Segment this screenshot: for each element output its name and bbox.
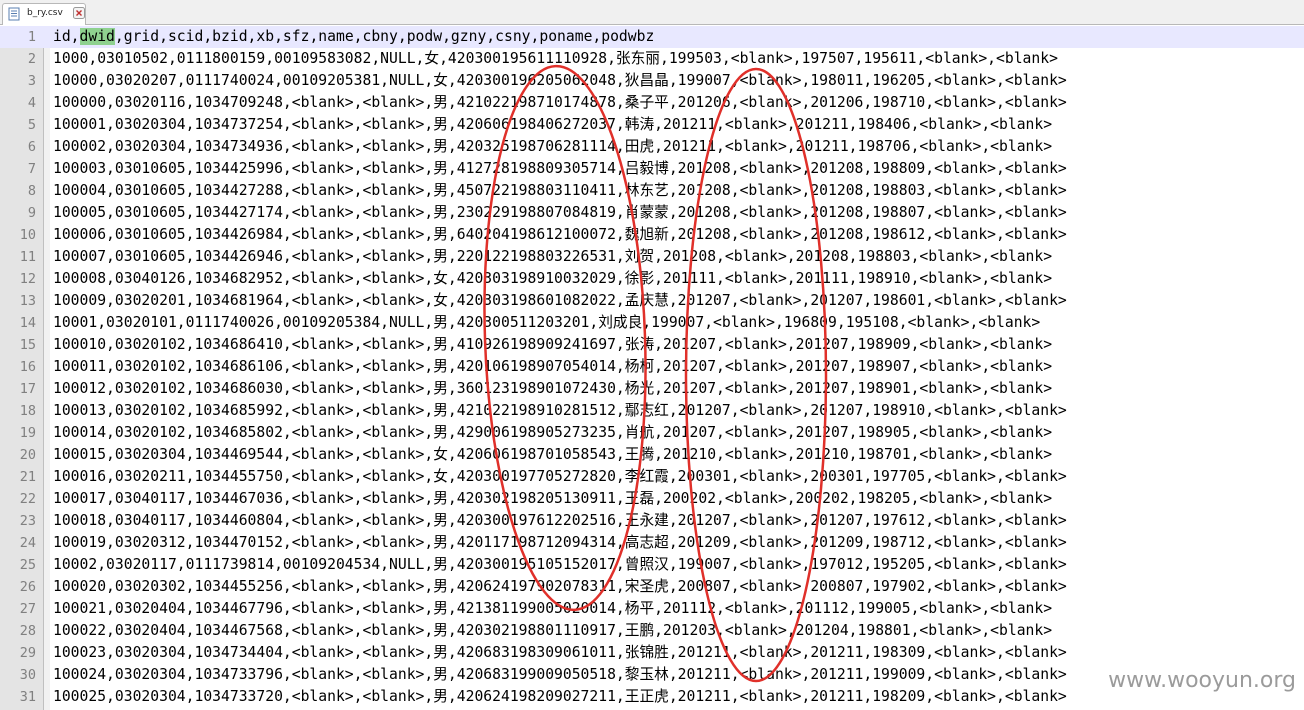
- line-number: 16: [19, 359, 36, 375]
- line-text[interactable]: 100015,03020304,1034469544,<blank>,<blan…: [53, 444, 1052, 466]
- editor-line[interactable]: 12 100008,03040126,1034682952,<blank>,<bl…: [0, 268, 1304, 290]
- line-number: 24: [19, 535, 36, 551]
- line-number: 5: [27, 117, 36, 133]
- line-text[interactable]: 100016,03020211,1034455750,<blank>,<blan…: [53, 466, 1067, 488]
- editor-line[interactable]: 26 100020,03020302,1034455256,<blank>,<bl…: [0, 576, 1304, 598]
- line-text[interactable]: 100017,03040117,1034467036,<blank>,<blan…: [53, 488, 1052, 510]
- editor-line[interactable]: 20 100015,03020304,1034469544,<blank>,<bl…: [0, 444, 1304, 466]
- editor-line[interactable]: 11 100007,03010605,1034426946,<blank>,<bl…: [0, 246, 1304, 268]
- editor-line[interactable]: 24 100019,03020312,1034470152,<blank>,<bl…: [0, 532, 1304, 554]
- line-text[interactable]: id,dwid,grid,scid,bzid,xb,sfz,name,cbny,…: [53, 26, 654, 48]
- editor-line[interactable]: 3 10000,03020207,0111740024,00109205381,N…: [0, 70, 1304, 92]
- editor-line[interactable]: 4 100000,03020116,1034709248,<blank>,<bla…: [0, 92, 1304, 114]
- file-tab[interactable]: b_ry.csv: [2, 3, 86, 25]
- line-text[interactable]: 10000,03020207,0111740024,00109205381,NU…: [53, 70, 1067, 92]
- line-number: 30: [19, 667, 36, 683]
- line-number: 20: [19, 447, 36, 463]
- line-text[interactable]: 100025,03020304,1034733720,<blank>,<blan…: [53, 686, 1067, 708]
- tab-bar: b_ry.csv: [0, 0, 1304, 25]
- editor-line[interactable]: 5 100001,03020304,1034737254,<blank>,<bla…: [0, 114, 1304, 136]
- editor-line[interactable]: 1 id,dwid,grid,scid,bzid,xb,sfz,name,cbny…: [0, 26, 1304, 48]
- text-editor[interactable]: 1 id,dwid,grid,scid,bzid,xb,sfz,name,cbny…: [0, 26, 1304, 710]
- tab-title: b_ry.csv: [27, 8, 63, 18]
- line-number: 4: [27, 95, 36, 111]
- line-text[interactable]: 100004,03010605,1034427288,<blank>,<blan…: [53, 180, 1067, 202]
- line-text[interactable]: 100007,03010605,1034426946,<blank>,<blan…: [53, 246, 1052, 268]
- line-text[interactable]: 100021,03020404,1034467796,<blank>,<blan…: [53, 598, 1052, 620]
- line-text[interactable]: 100013,03020102,1034685992,<blank>,<blan…: [53, 400, 1067, 422]
- editor-line[interactable]: 17 100012,03020102,1034686030,<blank>,<bl…: [0, 378, 1304, 400]
- line-number: 10: [19, 227, 36, 243]
- line-number: 8: [27, 183, 36, 199]
- editor-line[interactable]: 19 100014,03020102,1034685802,<blank>,<bl…: [0, 422, 1304, 444]
- line-number: 26: [19, 579, 36, 595]
- editor-line[interactable]: 18 100013,03020102,1034685992,<blank>,<bl…: [0, 400, 1304, 422]
- line-text[interactable]: 100010,03020102,1034686410,<blank>,<blan…: [53, 334, 1052, 356]
- highlighted-word: dwid: [79, 28, 115, 45]
- line-text[interactable]: 100006,03010605,1034426984,<blank>,<blan…: [53, 224, 1067, 246]
- line-number: 11: [19, 249, 36, 265]
- line-number: 9: [27, 205, 36, 221]
- editor-line[interactable]: 7 100003,03010605,1034425996,<blank>,<bla…: [0, 158, 1304, 180]
- line-text[interactable]: 100002,03020304,1034734936,<blank>,<blan…: [53, 136, 1052, 158]
- editor-line[interactable]: 2 1000,03010502,0111800159,00109583082,NU…: [0, 48, 1304, 70]
- editor-line[interactable]: 23 100018,03040117,1034460804,<blank>,<bl…: [0, 510, 1304, 532]
- line-text[interactable]: 100020,03020302,1034455256,<blank>,<blan…: [53, 576, 1067, 598]
- line-number: 15: [19, 337, 36, 353]
- line-number: 2: [27, 51, 36, 67]
- editor-line[interactable]: 28 100022,03020404,1034467568,<blank>,<bl…: [0, 620, 1304, 642]
- line-number: 1: [27, 29, 36, 45]
- line-text[interactable]: 100022,03020404,1034467568,<blank>,<blan…: [53, 620, 1052, 642]
- notepad-document-icon: [8, 7, 20, 21]
- line-number: 18: [19, 403, 36, 419]
- line-text[interactable]: 100012,03020102,1034686030,<blank>,<blan…: [53, 378, 1052, 400]
- line-text[interactable]: 100019,03020312,1034470152,<blank>,<blan…: [53, 532, 1067, 554]
- line-number: 12: [19, 271, 36, 287]
- editor-line[interactable]: 15 100010,03020102,1034686410,<blank>,<bl…: [0, 334, 1304, 356]
- line-text[interactable]: 100024,03020304,1034733796,<blank>,<blan…: [53, 664, 1067, 686]
- line-text[interactable]: 100001,03020304,1034737254,<blank>,<blan…: [53, 114, 1052, 136]
- line-text[interactable]: 100023,03020304,1034734404,<blank>,<blan…: [53, 642, 1067, 664]
- editor-line[interactable]: 6 100002,03020304,1034734936,<blank>,<bla…: [0, 136, 1304, 158]
- editor-line[interactable]: 21 100016,03020211,1034455750,<blank>,<bl…: [0, 466, 1304, 488]
- tab-close-icon[interactable]: [73, 7, 85, 19]
- watermark: www.wooyun.org: [1108, 668, 1296, 693]
- line-text[interactable]: 100011,03020102,1034686106,<blank>,<blan…: [53, 356, 1052, 378]
- line-text[interactable]: 100000,03020116,1034709248,<blank>,<blan…: [53, 92, 1067, 114]
- line-number: 21: [19, 469, 36, 485]
- line-text[interactable]: 10002,03020117,0111739814,00109204534,NU…: [53, 554, 1067, 576]
- editor-line[interactable]: 16 100011,03020102,1034686106,<blank>,<bl…: [0, 356, 1304, 378]
- line-number: 14: [19, 315, 36, 331]
- line-number: 22: [19, 491, 36, 507]
- line-number: 28: [19, 623, 36, 639]
- line-text[interactable]: 100009,03020201,1034681964,<blank>,<blan…: [53, 290, 1067, 312]
- line-number: 23: [19, 513, 36, 529]
- editor-line[interactable]: 8 100004,03010605,1034427288,<blank>,<bla…: [0, 180, 1304, 202]
- line-number: 13: [19, 293, 36, 309]
- editor-line[interactable]: 25 10002,03020117,0111739814,00109204534,…: [0, 554, 1304, 576]
- line-text[interactable]: 1000,03010502,0111800159,00109583082,NUL…: [53, 48, 1058, 70]
- editor-line[interactable]: 14 10001,03020101,0111740026,00109205384,…: [0, 312, 1304, 334]
- editor-line[interactable]: 13 100009,03020201,1034681964,<blank>,<bl…: [0, 290, 1304, 312]
- line-text[interactable]: 100008,03040126,1034682952,<blank>,<blan…: [53, 268, 1052, 290]
- editor-line[interactable]: 10 100006,03010605,1034426984,<blank>,<bl…: [0, 224, 1304, 246]
- line-number: 7: [27, 161, 36, 177]
- line-number: 19: [19, 425, 36, 441]
- editor-line[interactable]: 27 100021,03020404,1034467796,<blank>,<bl…: [0, 598, 1304, 620]
- line-number: 25: [19, 557, 36, 573]
- line-text[interactable]: 100005,03010605,1034427174,<blank>,<blan…: [53, 202, 1067, 224]
- line-text[interactable]: 100018,03040117,1034460804,<blank>,<blan…: [53, 510, 1067, 532]
- line-text[interactable]: 10001,03020101,0111740026,00109205384,NU…: [53, 312, 1040, 334]
- line-text[interactable]: 100014,03020102,1034685802,<blank>,<blan…: [53, 422, 1052, 444]
- line-number: 27: [19, 601, 36, 617]
- editor-line[interactable]: 22 100017,03040117,1034467036,<blank>,<bl…: [0, 488, 1304, 510]
- editor-line[interactable]: 9 100005,03010605,1034427174,<blank>,<bla…: [0, 202, 1304, 224]
- line-number: 3: [27, 73, 36, 89]
- line-number: 17: [19, 381, 36, 397]
- editor-line[interactable]: 29 100023,03020304,1034734404,<blank>,<bl…: [0, 642, 1304, 664]
- line-number: 31: [19, 689, 36, 705]
- line-number: 6: [27, 139, 36, 155]
- line-text[interactable]: 100003,03010605,1034425996,<blank>,<blan…: [53, 158, 1067, 180]
- line-number: 29: [19, 645, 36, 661]
